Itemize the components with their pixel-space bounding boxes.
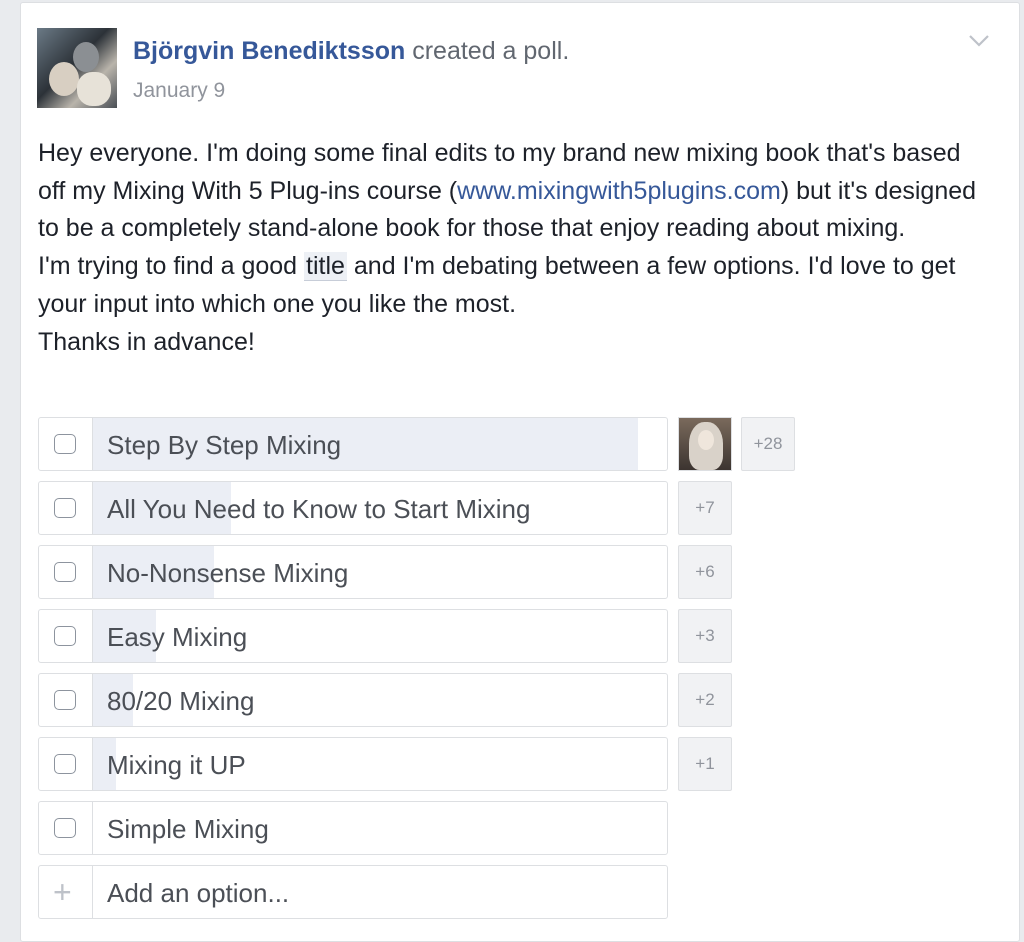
poll-option-label: Simple Mixing bbox=[107, 814, 269, 844]
add-option-button[interactable]: + bbox=[39, 866, 93, 918]
checkbox-icon bbox=[54, 626, 76, 646]
checkbox[interactable] bbox=[39, 546, 93, 598]
highlighted-word[interactable]: title bbox=[304, 252, 347, 282]
poll-option-label: All You Need to Know to Start Mixing bbox=[107, 494, 531, 524]
poll-option[interactable]: Step By Step Mixing bbox=[38, 417, 668, 471]
poll-option-label: Step By Step Mixing bbox=[107, 430, 342, 460]
author-avatar[interactable] bbox=[37, 28, 117, 108]
poll-option[interactable]: No-Nonsense Mixing bbox=[38, 545, 668, 599]
add-option-placeholder: Add an option... bbox=[107, 878, 290, 908]
checkbox-icon bbox=[54, 562, 76, 582]
voter-count-badge[interactable]: +3 bbox=[678, 609, 732, 663]
checkbox-icon bbox=[54, 754, 76, 774]
voter-avatar[interactable] bbox=[678, 417, 732, 471]
add-option-input[interactable]: + Add an option... bbox=[38, 865, 668, 919]
poll-option-label: Mixing it UP bbox=[107, 750, 246, 780]
checkbox-icon bbox=[54, 498, 76, 518]
post-action-text: created a poll. bbox=[412, 37, 570, 65]
poll-option[interactable]: Mixing it UP bbox=[38, 737, 668, 791]
post-paragraph-2: I'm trying to find a good title and I'm … bbox=[38, 252, 956, 318]
checkbox-icon bbox=[54, 434, 76, 454]
checkbox[interactable] bbox=[39, 482, 93, 534]
post-header: Björgvin Benediktsson created a poll. bbox=[133, 37, 569, 66]
voter-count-badge[interactable]: +7 bbox=[678, 481, 732, 535]
author-name-link[interactable]: Björgvin Benediktsson bbox=[133, 37, 405, 65]
poll-option-label: 80/20 Mixing bbox=[107, 686, 255, 716]
checkbox[interactable] bbox=[39, 610, 93, 662]
post-paragraph-3: Thanks in advance! bbox=[38, 327, 255, 356]
checkbox[interactable] bbox=[39, 738, 93, 790]
post-date-link[interactable]: January 9 bbox=[133, 79, 225, 103]
poll-option-label: Easy Mixing bbox=[107, 622, 248, 652]
voter-count-badge[interactable]: +2 bbox=[678, 673, 732, 727]
checkbox[interactable] bbox=[39, 418, 93, 470]
post-paragraph-1: Hey everyone. I'm doing some final edits… bbox=[38, 139, 977, 243]
poll-option[interactable]: 80/20 Mixing bbox=[38, 673, 668, 727]
poll-option-label: No-Nonsense Mixing bbox=[107, 558, 349, 588]
poll-option[interactable]: Simple Mixing bbox=[38, 801, 668, 855]
checkbox[interactable] bbox=[39, 674, 93, 726]
course-link[interactable]: www.mixingwith5plugins.com bbox=[457, 177, 781, 205]
post-body: Hey everyone. I'm doing some final edits… bbox=[38, 135, 983, 361]
poll-option[interactable]: Easy Mixing bbox=[38, 609, 668, 663]
poll-post-card: Björgvin Benediktsson created a poll. Ja… bbox=[20, 2, 1020, 942]
checkbox-icon bbox=[54, 690, 76, 710]
poll-option[interactable]: All You Need to Know to Start Mixing bbox=[38, 481, 668, 535]
voter-count-badge[interactable]: +6 bbox=[678, 545, 732, 599]
checkbox-icon bbox=[54, 818, 76, 838]
plus-icon: + bbox=[53, 874, 72, 910]
voter-count-badge[interactable]: +28 bbox=[741, 417, 795, 471]
voter-count-badge[interactable]: +1 bbox=[678, 737, 732, 791]
checkbox[interactable] bbox=[39, 802, 93, 854]
chevron-down-icon[interactable] bbox=[967, 31, 991, 51]
